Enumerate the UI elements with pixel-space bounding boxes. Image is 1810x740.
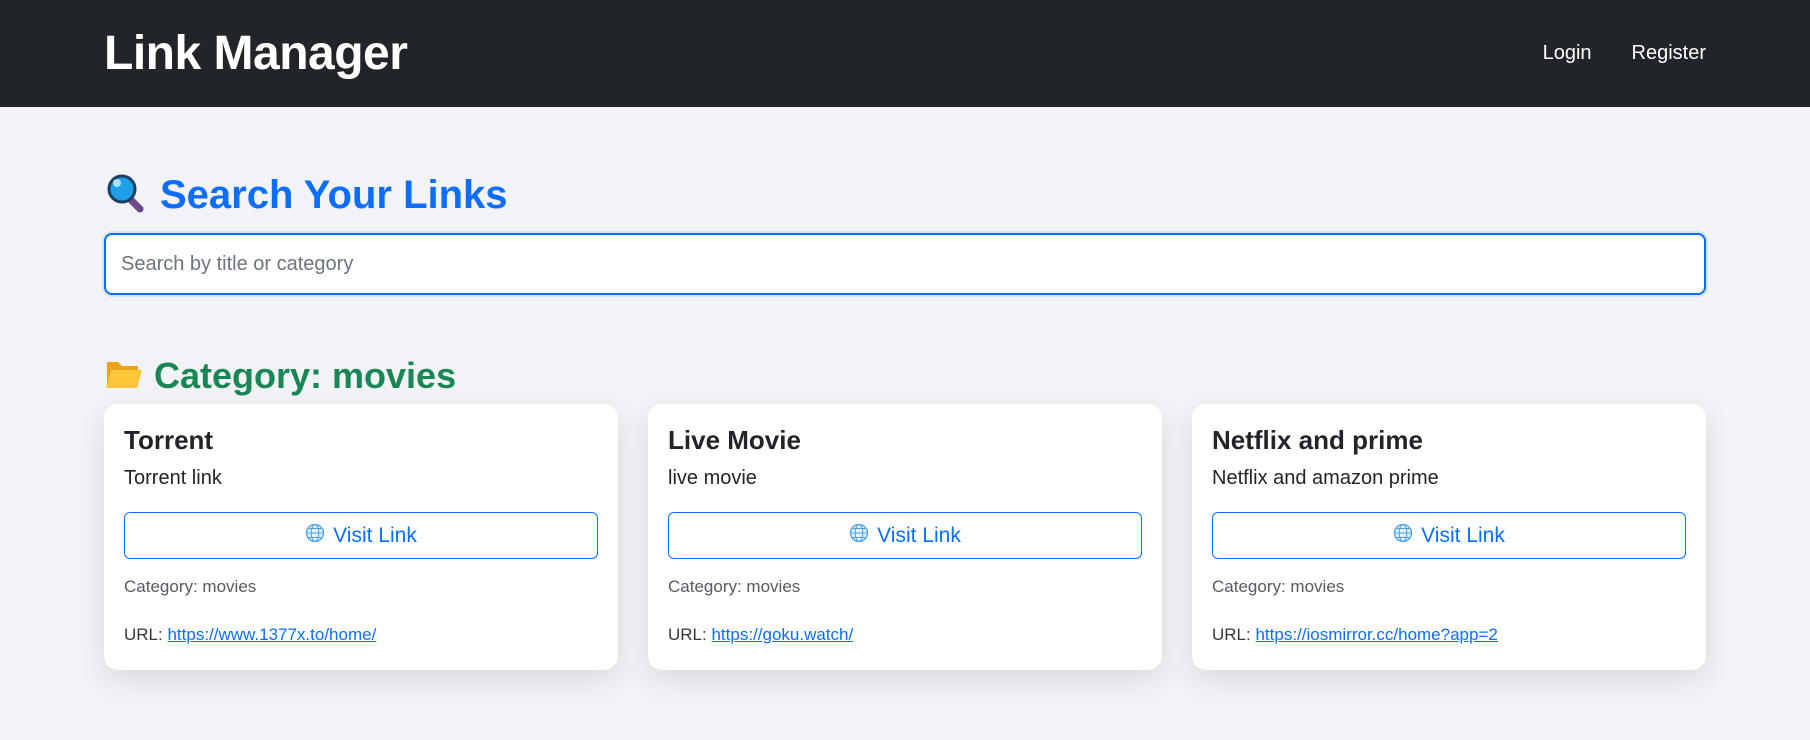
- card-title: Torrent: [124, 425, 214, 455]
- card-category: Category: movies: [124, 577, 257, 596]
- card-url-link[interactable]: https://www.1377x.to/home/: [167, 625, 376, 644]
- globe-icon: [1393, 523, 1413, 549]
- link-card: Netflix and prime Netflix and amazon pri…: [1192, 404, 1706, 670]
- top-navbar: Link Manager Login Register: [0, 0, 1810, 107]
- url-label: URL:: [668, 625, 707, 644]
- card-title: Netflix and prime: [1212, 425, 1423, 455]
- search-heading: Search Your Links: [104, 170, 1706, 220]
- visit-link-label: Visit Link: [877, 523, 961, 547]
- link-card: Torrent Torrent link Visit Link Category…: [104, 404, 618, 670]
- card-description: Netflix and amazon prime: [1212, 467, 1439, 489]
- url-label: URL:: [124, 625, 163, 644]
- globe-icon: [849, 523, 869, 549]
- card-title: Live Movie: [668, 425, 801, 455]
- register-link[interactable]: Register: [1632, 42, 1706, 65]
- url-label: URL:: [1212, 625, 1251, 644]
- brand-title[interactable]: Link Manager: [104, 26, 408, 81]
- login-link[interactable]: Login: [1543, 42, 1592, 65]
- search-title: Search Your Links: [160, 172, 508, 217]
- link-cards: Torrent Torrent link Visit Link Category…: [104, 404, 1706, 670]
- visit-link-label: Visit Link: [1421, 523, 1505, 547]
- visit-link-button[interactable]: Visit Link: [1212, 512, 1686, 559]
- magnifying-glass-icon: [104, 172, 146, 219]
- visit-link-button[interactable]: Visit Link: [668, 512, 1142, 559]
- nav-links: Login Register: [1543, 42, 1706, 65]
- main-content: Search Your Links Category: movies Torre…: [0, 170, 1810, 670]
- category-heading: Category: movies: [104, 355, 1706, 397]
- card-url-link[interactable]: https://goku.watch/: [711, 625, 853, 644]
- card-url-row: URL: https://iosmirror.cc/home?app=2: [1212, 625, 1686, 645]
- link-card: Live Movie live movie Visit Link Categor…: [648, 404, 1162, 670]
- card-url-row: URL: https://www.1377x.to/home/: [124, 625, 598, 645]
- open-folder-icon: [104, 356, 144, 397]
- card-description: live movie: [668, 467, 757, 489]
- card-description: Torrent link: [124, 467, 222, 489]
- search-input[interactable]: [104, 233, 1706, 295]
- visit-link-button[interactable]: Visit Link: [124, 512, 598, 559]
- globe-icon: [305, 523, 325, 549]
- card-category: Category: movies: [668, 577, 801, 596]
- visit-link-label: Visit Link: [333, 523, 417, 547]
- category-title: Category: movies: [154, 355, 457, 396]
- card-category: Category: movies: [1212, 577, 1345, 596]
- card-url-link[interactable]: https://iosmirror.cc/home?app=2: [1255, 625, 1497, 644]
- card-url-row: URL: https://goku.watch/: [668, 625, 1142, 645]
